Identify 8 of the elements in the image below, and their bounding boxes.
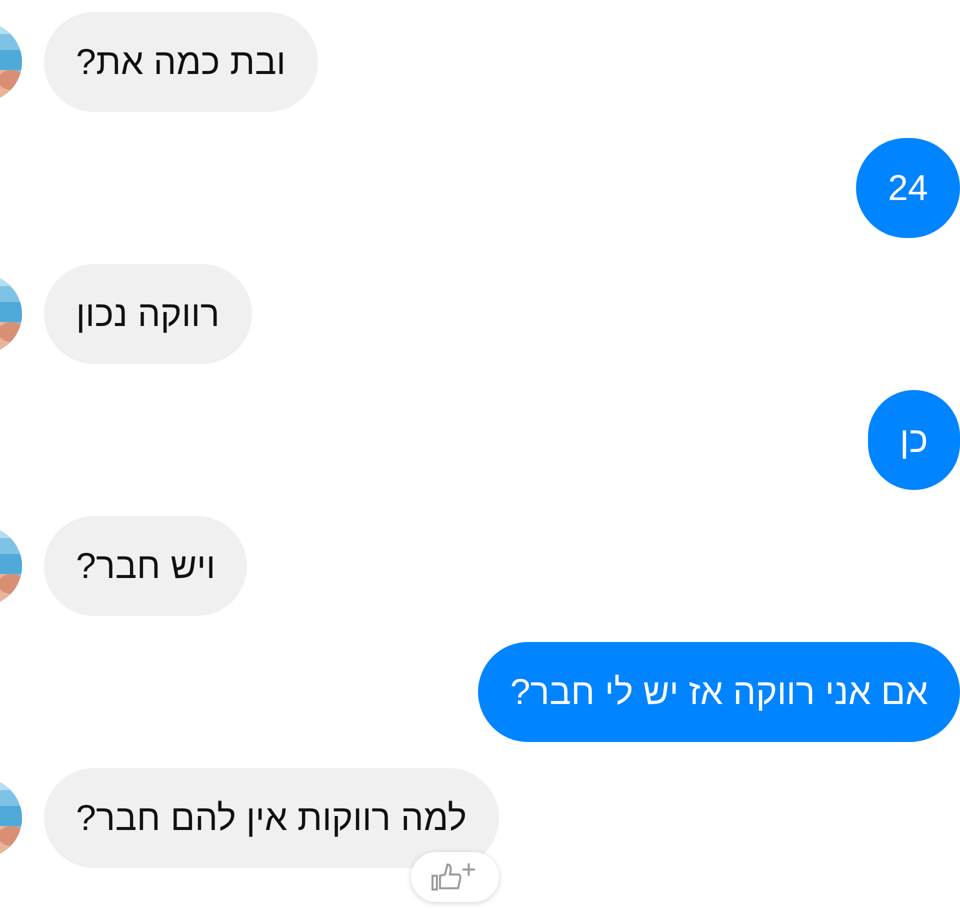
message-bubble: למה רווקות אין להם חבר? bbox=[44, 768, 499, 868]
message-bubble: רווקה נכון bbox=[44, 264, 252, 364]
message-bubble: אם אני רווקה אז יש לי חבר? bbox=[478, 642, 960, 742]
message-bubble: 24 bbox=[856, 138, 960, 238]
message-bubble: ויש חבר? bbox=[44, 516, 248, 616]
like-reaction-button[interactable] bbox=[410, 852, 499, 902]
message-bubble: כן bbox=[868, 390, 960, 490]
message-bubble: ובת כמה את? bbox=[44, 12, 318, 112]
